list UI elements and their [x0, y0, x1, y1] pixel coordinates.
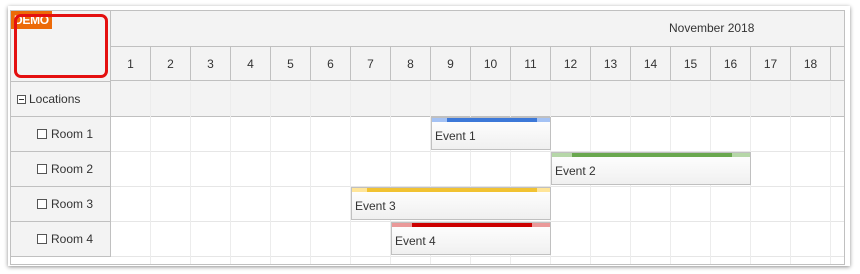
time-header: November 2018 1 2 3 4 5 6 7 8 9 10 11 12 13 14 15 16 17 1… — [111, 11, 844, 82]
row-header-room[interactable]: Room 2 — [11, 152, 111, 187]
collapse-icon[interactable] — [17, 95, 26, 104]
row-header-label: Room 2 — [51, 162, 94, 176]
event-label: Event 2 — [555, 164, 596, 178]
scheduler: DEMO November 2018 1 2 3 4 5 6 7 8 9 10 11 12 13 14 15… — [10, 10, 845, 265]
row-header-label: Locations — [29, 92, 81, 106]
day-header-cell: 16 — [711, 47, 751, 81]
day-header-cell: 4 — [231, 47, 271, 81]
grid-column-line — [350, 82, 351, 264]
scheduler-grid[interactable]: Event 1 Event 2 Event 3 Event 4 — [111, 82, 844, 264]
month-label: November 2018 — [669, 21, 755, 35]
event-color-bar — [412, 223, 532, 227]
row-header-label: Room 1 — [51, 127, 94, 141]
day-header-cell: 14 — [631, 47, 671, 81]
event-color-bar — [447, 118, 537, 122]
day-header-cell: 18 — [791, 47, 831, 81]
grid-column-line — [190, 82, 191, 264]
event-box[interactable]: Event 2 — [551, 152, 751, 185]
day-header-cell: 13 — [591, 47, 631, 81]
row-header-locations-text: Locations — [17, 92, 80, 106]
event-label: Event 4 — [395, 234, 436, 248]
row-header-room[interactable]: Room 3 — [11, 187, 111, 222]
day-header-cell: 1 — [111, 47, 151, 81]
event-box[interactable]: Event 3 — [351, 187, 551, 220]
event-box[interactable]: Event 4 — [391, 222, 551, 255]
room-checkbox-icon — [37, 164, 47, 174]
day-header-cell: 6 — [311, 47, 351, 81]
event-label: Event 3 — [355, 199, 396, 213]
grid-column-line — [270, 82, 271, 264]
row-header-room-text: Room 1 — [37, 127, 93, 141]
row-header-room[interactable]: Room 1 — [11, 117, 111, 152]
room-checkbox-icon — [37, 129, 47, 139]
grid-column-line — [830, 82, 831, 264]
row-header-room[interactable]: Room 4 — [11, 222, 111, 257]
event-color-bar — [572, 153, 732, 157]
grid-column-line — [150, 82, 151, 264]
day-header-cell: 10 — [471, 47, 511, 81]
month-header-row: November 2018 — [111, 11, 844, 47]
day-header-cell: 9 — [431, 47, 471, 81]
row-header-room-text: Room 3 — [37, 197, 93, 211]
room-checkbox-icon — [37, 234, 47, 244]
room-checkbox-icon — [37, 199, 47, 209]
day-header-cell: 2 — [151, 47, 191, 81]
event-box[interactable]: Event 1 — [431, 117, 551, 150]
grid-column-line — [230, 82, 231, 264]
day-header-cell: 3 — [191, 47, 231, 81]
day-header-cell: 17 — [751, 47, 791, 81]
row-header-locations[interactable]: Locations — [11, 82, 111, 117]
day-header-cell: 8 — [391, 47, 431, 81]
event-label: Event 1 — [435, 129, 476, 143]
row-header-label: Room 3 — [51, 197, 94, 211]
grid-column-line — [310, 82, 311, 264]
day-header-cell: 12 — [551, 47, 591, 81]
day-header-cell: 7 — [351, 47, 391, 81]
day-header-cell: 15 — [671, 47, 711, 81]
day-header-cell: 19 — [831, 47, 844, 81]
grid-column-line — [790, 82, 791, 264]
event-color-bar — [367, 188, 537, 192]
row-header-room-text: Room 2 — [37, 162, 93, 176]
corner-highlight-marker — [14, 14, 108, 78]
grid-row-parent[interactable] — [111, 82, 844, 117]
row-header-label: Room 4 — [51, 232, 94, 246]
day-header-cell: 5 — [271, 47, 311, 81]
row-header-room-text: Room 4 — [37, 232, 93, 246]
day-header-cell: 11 — [511, 47, 551, 81]
